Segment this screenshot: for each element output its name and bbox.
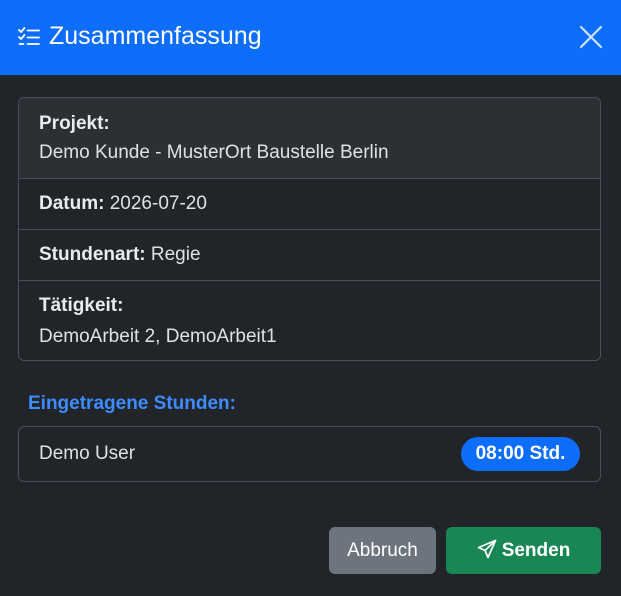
cancel-button[interactable]: Abbruch bbox=[329, 527, 436, 574]
modal-header: Zusammenfassung bbox=[0, 0, 621, 76]
activity-row: Tätigkeit: DemoArbeit 2, DemoArbeit1 bbox=[19, 281, 600, 360]
hours-list-item: Demo User 08:00 Std. bbox=[18, 426, 601, 482]
project-value: Demo Kunde - MusterOrt Baustelle Berlin bbox=[39, 142, 389, 163]
send-icon bbox=[477, 539, 497, 559]
summary-modal: Zusammenfassung Projekt: Demo Kunde - Mu… bbox=[0, 0, 621, 596]
hour-type-label: Stundenart: bbox=[39, 244, 146, 265]
send-button-label: Senden bbox=[501, 540, 571, 561]
hour-type-value: Regie bbox=[150, 244, 201, 265]
activity-value: DemoArbeit 2, DemoArbeit1 bbox=[39, 326, 277, 347]
hours-badge: 08:00 Std. bbox=[461, 437, 580, 471]
list-check-icon bbox=[18, 27, 40, 45]
hour-type-row: Stundenart: Regie bbox=[19, 230, 600, 281]
project-label: Projekt: bbox=[39, 113, 110, 134]
summary-card: Projekt: Demo Kunde - MusterOrt Baustell… bbox=[18, 97, 601, 361]
close-icon[interactable] bbox=[576, 22, 606, 52]
activity-label: Tätigkeit: bbox=[39, 295, 124, 316]
date-label: Datum: bbox=[39, 193, 105, 214]
date-row: Datum: 2026-07-20 bbox=[19, 179, 600, 230]
date-value: 2026-07-20 bbox=[109, 193, 207, 214]
hours-user-name: Demo User bbox=[39, 443, 136, 464]
modal-title: Zusammenfassung bbox=[49, 22, 262, 50]
hours-section-title: Eingetragene Stunden: bbox=[28, 393, 236, 414]
send-button[interactable]: Senden bbox=[446, 527, 601, 574]
project-row: Projekt: Demo Kunde - MusterOrt Baustell… bbox=[19, 98, 600, 179]
